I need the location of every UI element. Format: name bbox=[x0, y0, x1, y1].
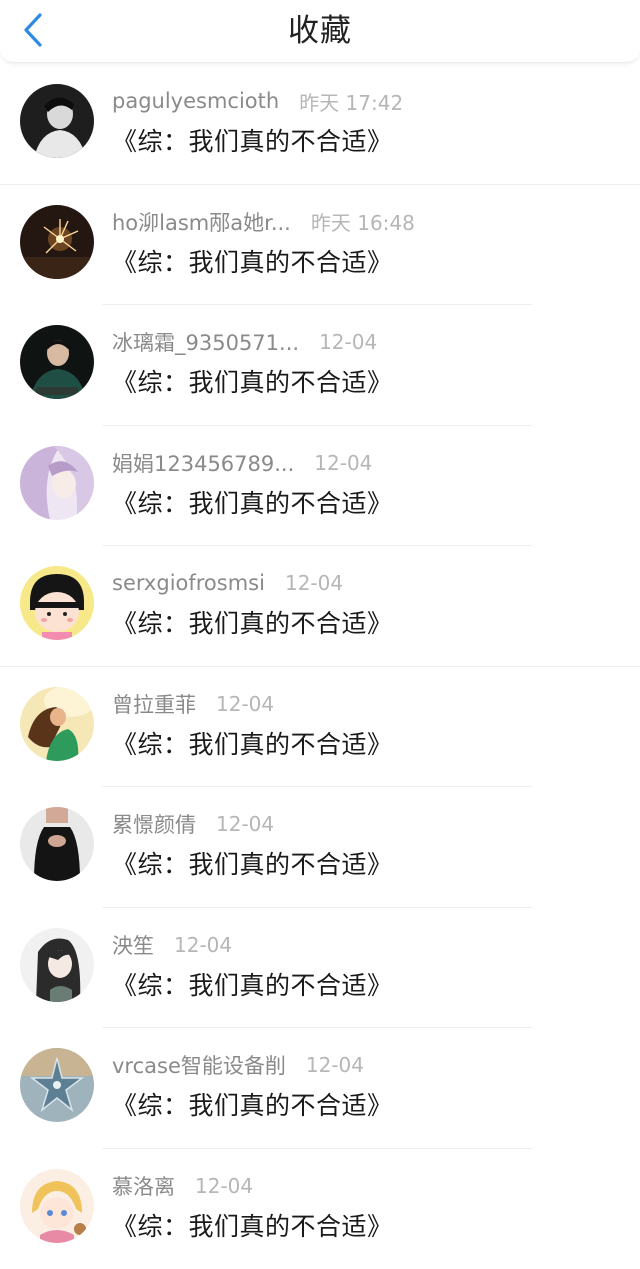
post-time: 12-04 bbox=[314, 451, 372, 475]
story-title[interactable]: 《综：我们真的不合适》 bbox=[112, 363, 393, 399]
post-time: 12-04 bbox=[216, 812, 274, 836]
user-name[interactable]: 慕洛离 bbox=[112, 1171, 175, 1201]
list-item[interactable]: 冰璃霜_9350571... 12-04 《综：我们真的不合适》 bbox=[0, 305, 640, 426]
post-time: 昨天 17:42 bbox=[299, 87, 403, 116]
post-time: 昨天 16:48 bbox=[311, 207, 415, 236]
list-item[interactable]: 慕洛离 12-04 《综：我们真的不合适》 bbox=[0, 1149, 640, 1269]
user-name[interactable]: vrcase智能设备削 bbox=[112, 1050, 286, 1080]
avatar[interactable] bbox=[20, 1048, 94, 1122]
avatar[interactable] bbox=[20, 84, 94, 158]
user-name[interactable]: 曾拉重菲 bbox=[112, 689, 196, 719]
user-name[interactable]: ho泖lasm邴a她r... bbox=[112, 207, 291, 237]
list-item[interactable]: 累憬颜倩 12-04 《综：我们真的不合适》 bbox=[0, 787, 640, 908]
user-name[interactable]: 泱笙 bbox=[112, 930, 154, 960]
list-item[interactable]: 泱笙 12-04 《综：我们真的不合适》 bbox=[0, 908, 640, 1029]
list-item[interactable]: pagulyesmcioth 昨天 17:42 《综：我们真的不合适》 bbox=[0, 64, 640, 185]
list-item[interactable]: 娟娟123456789... 12-04 《综：我们真的不合适》 bbox=[0, 426, 640, 547]
story-title[interactable]: 《综：我们真的不合适》 bbox=[112, 122, 393, 158]
avatar[interactable] bbox=[20, 325, 94, 399]
post-time: 12-04 bbox=[174, 933, 232, 957]
story-title[interactable]: 《综：我们真的不合适》 bbox=[112, 1086, 393, 1122]
avatar[interactable] bbox=[20, 205, 94, 279]
story-title[interactable]: 《综：我们真的不合适》 bbox=[112, 845, 393, 881]
story-title[interactable]: 《综：我们真的不合适》 bbox=[112, 243, 393, 279]
user-name[interactable]: serxgiofrosmsi bbox=[112, 571, 265, 595]
story-title[interactable]: 《综：我们真的不合适》 bbox=[112, 484, 393, 520]
avatar[interactable] bbox=[20, 446, 94, 520]
favorites-list: pagulyesmcioth 昨天 17:42 《综：我们真的不合适》 bbox=[0, 64, 640, 1269]
user-name[interactable]: 累憬颜倩 bbox=[112, 809, 196, 839]
story-title[interactable]: 《综：我们真的不合适》 bbox=[112, 604, 393, 640]
avatar[interactable] bbox=[20, 1169, 94, 1243]
user-name[interactable]: 娟娟123456789... bbox=[112, 448, 294, 478]
post-time: 12-04 bbox=[195, 1174, 253, 1198]
story-title[interactable]: 《综：我们真的不合适》 bbox=[112, 966, 393, 1002]
story-title[interactable]: 《综：我们真的不合适》 bbox=[112, 1207, 393, 1243]
user-name[interactable]: 冰璃霜_9350571... bbox=[112, 327, 299, 357]
list-item[interactable]: vrcase智能设备削 12-04 《综：我们真的不合适》 bbox=[0, 1028, 640, 1149]
avatar[interactable] bbox=[20, 687, 94, 761]
page-title: 收藏 bbox=[0, 0, 640, 62]
post-time: 12-04 bbox=[319, 330, 377, 354]
post-time: 12-04 bbox=[306, 1053, 364, 1077]
avatar[interactable] bbox=[20, 566, 94, 640]
story-title[interactable]: 《综：我们真的不合适》 bbox=[112, 725, 393, 761]
avatar[interactable] bbox=[20, 807, 94, 881]
list-item[interactable]: ho泖lasm邴a她r... 昨天 16:48 《综：我们真的不合适》 bbox=[0, 185, 640, 306]
list-item[interactable]: 曾拉重菲 12-04 《综：我们真的不合适》 bbox=[0, 667, 640, 788]
avatar[interactable] bbox=[20, 928, 94, 1002]
post-time: 12-04 bbox=[216, 692, 274, 716]
top-nav-bar: 收藏 bbox=[0, 0, 640, 63]
post-time: 12-04 bbox=[285, 571, 343, 595]
list-item[interactable]: serxgiofrosmsi 12-04 《综：我们真的不合适》 bbox=[0, 546, 640, 667]
user-name[interactable]: pagulyesmcioth bbox=[112, 89, 279, 113]
